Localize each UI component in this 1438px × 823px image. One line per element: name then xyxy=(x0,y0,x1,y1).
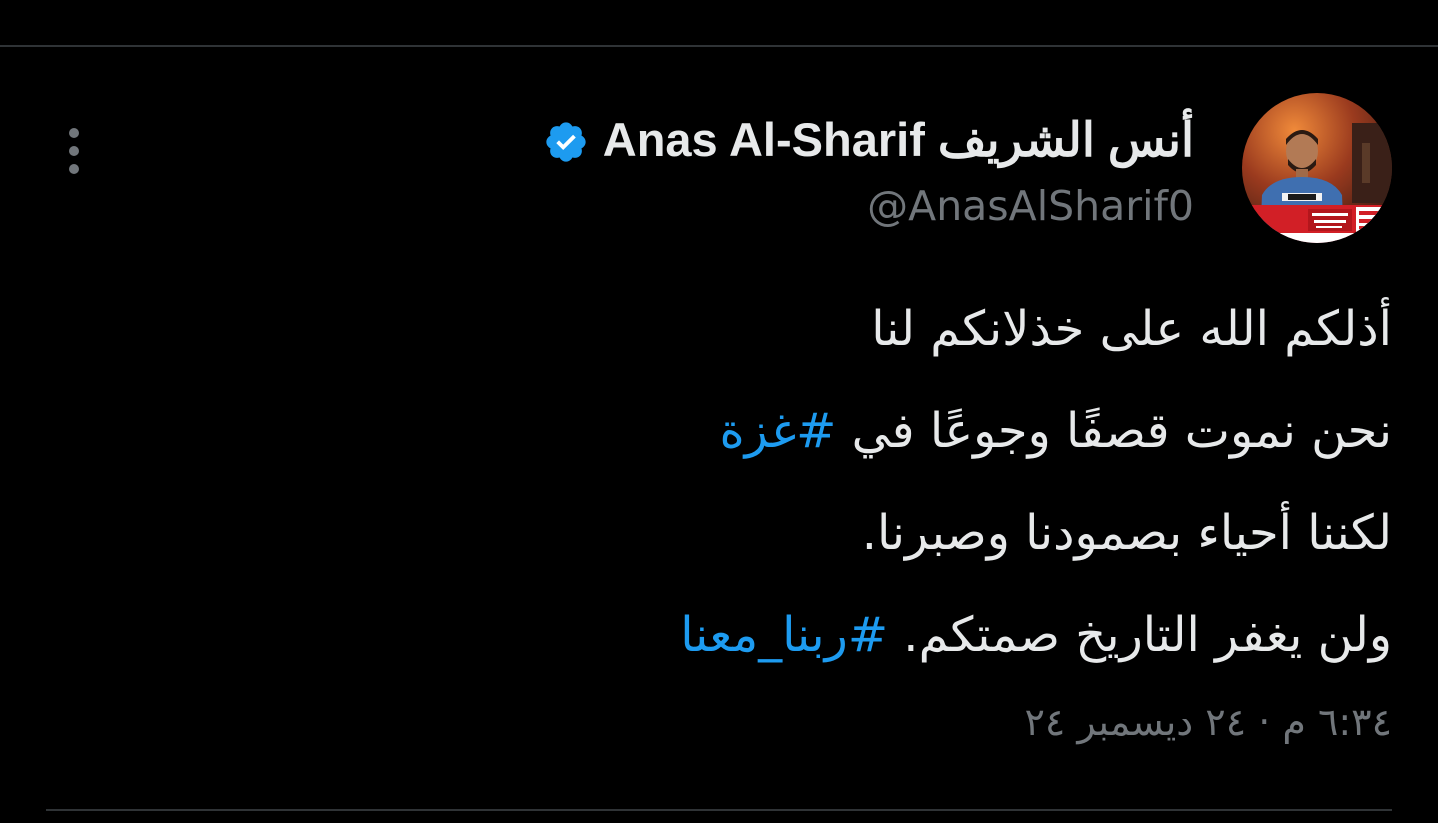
more-vertical-icon xyxy=(69,128,79,138)
author-header: Anas Al-Sharif أنس الشريف xyxy=(543,110,1194,170)
tweet-line-2: نحن نموت قصفًا وجوعًا في #غزة xyxy=(392,380,1392,482)
tweet-detail-screen: Anas Al-Sharif أنس الشريف @AnasAlSharif0… xyxy=(0,0,1438,823)
tweet-line-2-text: نحن نموت قصفًا وجوعًا في xyxy=(836,403,1392,459)
hashtag-gaza-link[interactable]: #غزة xyxy=(719,403,836,459)
author-handle[interactable]: @AnasAlSharif0 xyxy=(867,182,1194,230)
author-display-name[interactable]: Anas Al-Sharif أنس الشريف xyxy=(603,112,1194,168)
more-options-button[interactable] xyxy=(58,122,90,180)
tweet-line-4: ولن يغفر التاريخ صمتكم. #ربنا_معنا xyxy=(392,584,1392,686)
verified-badge-icon xyxy=(543,119,589,165)
avatar[interactable] xyxy=(1242,93,1392,243)
profile-photo xyxy=(1242,93,1392,243)
more-vertical-icon-dot xyxy=(69,164,79,174)
hashtag-rabbuna-maana-link[interactable]: #ربنا_معنا xyxy=(680,607,888,663)
more-vertical-icon-dot xyxy=(69,146,79,156)
bottom-divider xyxy=(46,809,1392,811)
tweet-line-4-text: ولن يغفر التاريخ صمتكم. xyxy=(888,607,1392,663)
tweet-timestamp[interactable]: ٦:٣٤ م · ٢٤ ديسمبر ٢٤ xyxy=(1024,700,1392,744)
tweet-line-3: لكننا أحياء بصمودنا وصبرنا. xyxy=(861,505,1392,561)
tweet-line-1: أذلكم الله على خذلانكم لنا xyxy=(871,301,1392,357)
top-divider xyxy=(0,45,1438,47)
tweet-text: أذلكم الله على خذلانكم لنا نحن نموت قصفً… xyxy=(392,278,1392,686)
